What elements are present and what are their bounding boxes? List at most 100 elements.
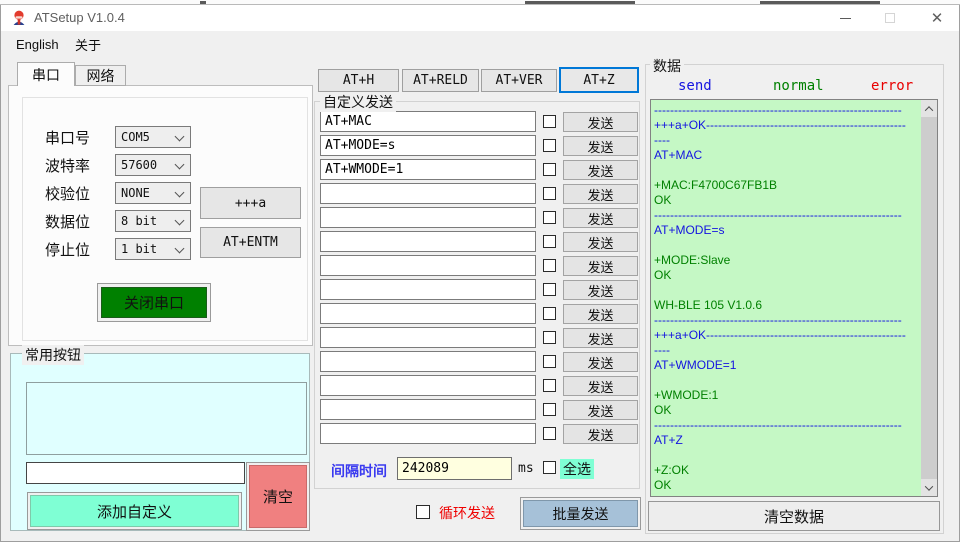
background-fragment xyxy=(200,1,206,4)
custom-command-input[interactable] xyxy=(320,351,536,372)
row-checkbox[interactable] xyxy=(543,355,556,368)
common-buttons-list[interactable] xyxy=(26,382,307,455)
custom-send-row: 发送 xyxy=(320,303,638,324)
row-checkbox[interactable] xyxy=(543,307,556,320)
log-line: +++a+OK---------------------------------… xyxy=(654,328,906,342)
clear-common-button[interactable]: 清空 xyxy=(246,462,310,531)
custom-command-input[interactable] xyxy=(320,111,536,132)
send-button[interactable]: 发送 xyxy=(563,207,638,228)
row-checkbox[interactable] xyxy=(543,331,556,344)
batch-send-button[interactable]: 批量发送 xyxy=(520,497,641,530)
row-checkbox[interactable] xyxy=(543,139,556,152)
custom-send-row: 发送 xyxy=(320,255,638,276)
custom-command-input[interactable] xyxy=(320,375,536,396)
log-line: +Z:OK xyxy=(654,463,690,477)
maximize-icon xyxy=(885,13,895,23)
chevron-down-icon xyxy=(174,243,185,254)
custom-command-input[interactable] xyxy=(320,231,536,252)
clear-common-button-label: 清空 xyxy=(249,465,307,528)
log-line: +MODE:Slave xyxy=(654,253,731,267)
custom-command-input[interactable] xyxy=(320,423,536,444)
row-checkbox[interactable] xyxy=(543,259,556,272)
send-button[interactable]: 发送 xyxy=(563,399,638,420)
at-entm-button[interactable]: AT+ENTM xyxy=(200,227,301,258)
row-checkbox[interactable] xyxy=(543,187,556,200)
custom-send-row: 发送 xyxy=(320,207,638,228)
send-button[interactable]: 发送 xyxy=(563,159,638,180)
send-button[interactable]: 发送 xyxy=(563,351,638,372)
send-button[interactable]: 发送 xyxy=(563,231,638,252)
row-checkbox[interactable] xyxy=(543,379,556,392)
menu-item-english[interactable]: English xyxy=(16,34,59,54)
send-button[interactable]: 发送 xyxy=(563,111,638,132)
combo-select[interactable]: COM5 xyxy=(115,126,191,148)
add-custom-button[interactable]: 添加自定义 xyxy=(27,492,242,530)
combo-select[interactable]: NONE xyxy=(115,182,191,204)
scroll-down-icon[interactable] xyxy=(921,479,937,496)
send-button[interactable]: 发送 xyxy=(563,135,638,156)
send-button[interactable]: 发送 xyxy=(563,423,638,444)
send-button[interactable]: 发送 xyxy=(563,279,638,300)
scroll-up-icon[interactable] xyxy=(921,100,937,117)
custom-command-input[interactable] xyxy=(320,159,536,180)
log-line: OK xyxy=(654,403,672,417)
custom-command-input[interactable] xyxy=(320,399,536,420)
at-z-button[interactable]: AT+Z xyxy=(559,67,639,93)
log-line: AT+WMODE=1 xyxy=(654,358,737,372)
custom-command-input[interactable] xyxy=(320,183,536,204)
field-label: 停止位 xyxy=(45,241,91,259)
tab-serial[interactable]: 串口 xyxy=(17,62,75,86)
loop-send-checkbox[interactable] xyxy=(416,505,430,519)
row-checkbox[interactable] xyxy=(543,235,556,248)
at-reld-button[interactable]: AT+RELD xyxy=(402,69,479,92)
minimize-button[interactable] xyxy=(822,5,868,31)
send-button[interactable]: 发送 xyxy=(563,303,638,324)
log-scrollbar[interactable] xyxy=(921,100,937,496)
custom-command-input[interactable] xyxy=(320,279,536,300)
tab-network[interactable]: 网络 xyxy=(75,65,126,86)
custom-button-name-input[interactable] xyxy=(26,462,245,484)
at-h-button[interactable]: AT+H xyxy=(318,69,399,92)
row-checkbox[interactable] xyxy=(543,427,556,440)
loop-send-label: 循环发送 xyxy=(439,505,495,521)
plus-a-button[interactable]: +++a xyxy=(200,187,301,219)
chevron-down-icon xyxy=(174,131,185,142)
send-button[interactable]: 发送 xyxy=(563,255,638,276)
log-line: ----------------------------------------… xyxy=(654,313,902,327)
row-checkbox[interactable] xyxy=(543,115,556,128)
custom-command-input[interactable] xyxy=(320,255,536,276)
custom-send-row: 发送 xyxy=(320,423,638,444)
custom-command-input[interactable] xyxy=(320,327,536,348)
row-checkbox[interactable] xyxy=(543,403,556,416)
combo-select[interactable]: 1 bit xyxy=(115,238,191,260)
row-checkbox[interactable] xyxy=(543,211,556,224)
custom-command-input[interactable] xyxy=(320,207,536,228)
row-checkbox[interactable] xyxy=(543,163,556,176)
data-panel-title: 数据 xyxy=(650,56,684,76)
field-label: 数据位 xyxy=(45,213,91,231)
interval-input[interactable] xyxy=(397,457,512,480)
send-button[interactable]: 发送 xyxy=(563,183,638,204)
combo-select[interactable]: 8 bit xyxy=(115,210,191,232)
custom-command-input[interactable] xyxy=(320,303,536,324)
close-serial-button-label: 关闭串口 xyxy=(101,287,207,318)
custom-send-rows: 发送发送发送发送发送发送发送发送发送发送发送发送发送发送 xyxy=(320,111,638,444)
legend-send: send xyxy=(678,78,712,94)
send-button[interactable]: 发送 xyxy=(563,327,638,348)
clear-data-button[interactable]: 清空数据 xyxy=(648,501,940,531)
menu-item-about[interactable]: 关于 xyxy=(75,34,101,54)
select-all-checkbox[interactable] xyxy=(543,461,556,474)
close-button[interactable]: ✕ xyxy=(913,5,960,31)
close-serial-button[interactable]: 关闭串口 xyxy=(97,283,211,322)
combo-select[interactable]: 57600 xyxy=(115,154,191,176)
custom-command-input[interactable] xyxy=(320,135,536,156)
data-log-area[interactable]: ----------------------------------------… xyxy=(650,99,938,497)
atsetup-window: ATSetup V1.0.4 ✕ English 关于 串口 网络 串口号 COM… xyxy=(0,0,960,542)
row-checkbox[interactable] xyxy=(543,283,556,296)
custom-send-row: 发送 xyxy=(320,399,638,420)
maximize-button[interactable] xyxy=(867,5,913,31)
send-button[interactable]: 发送 xyxy=(563,375,638,396)
at-ver-button[interactable]: AT+VER xyxy=(481,69,557,92)
